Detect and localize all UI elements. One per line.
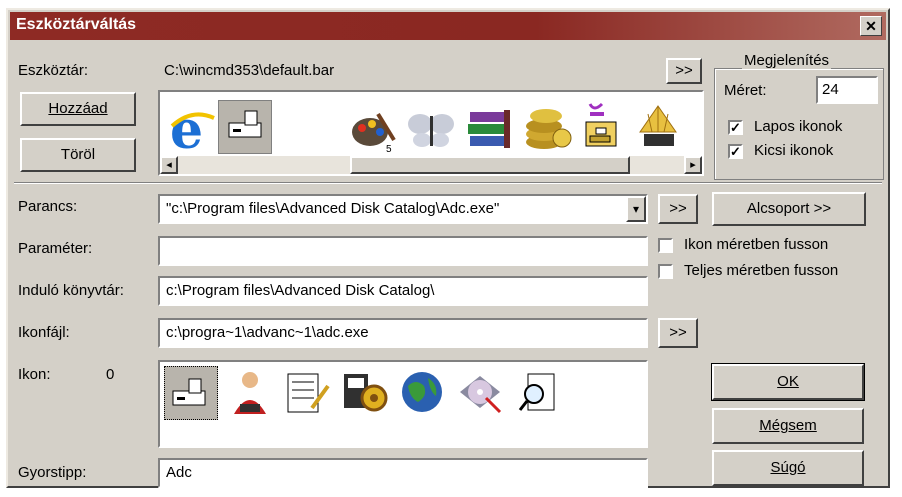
icon-picker[interactable] [158, 360, 648, 448]
flat-icons-label: Lapos ikonok [754, 118, 843, 135]
arrow-left-icon: ◂ [166, 159, 172, 171]
delete-button[interactable]: Töröl [20, 138, 136, 172]
parameter-input[interactable] [158, 236, 648, 266]
command-label: Parancs: [18, 198, 78, 215]
icon-index: 0 [106, 366, 115, 383]
palette-icon[interactable]: 5 [348, 108, 398, 154]
scroll-thumb[interactable] [350, 156, 630, 174]
command-combobox[interactable]: "c:\Program files\Advanced Disk Catalog\… [158, 194, 648, 224]
winrar-books-icon[interactable] [464, 104, 516, 154]
chevron-down-icon: ▾ [632, 202, 640, 216]
add-button[interactable]: Hozzáad [20, 92, 136, 126]
notepad-icon[interactable] [282, 368, 332, 420]
globe-icon[interactable] [398, 368, 448, 420]
close-icon: ✕ [865, 18, 877, 34]
tooltip-input[interactable]: Adc [158, 458, 648, 488]
icon-label: Ikon: [18, 366, 51, 383]
arrow-right-icon: ▸ [690, 159, 696, 171]
dialog-window: Eszköztárváltás ✕ Eszköztár: C:\wincmd35… [6, 8, 890, 488]
disc-icon[interactable] [456, 368, 506, 420]
help-button[interactable]: Súgó [712, 450, 864, 486]
subgroup-button[interactable]: Alcsoport >> [712, 192, 866, 226]
command-browse-button[interactable]: >> [658, 194, 698, 224]
window-title: Eszköztárváltás [16, 16, 137, 33]
toolbar-icon-strip[interactable]: e 5 ◂ ▸ [158, 90, 704, 176]
drive-icon[interactable] [164, 366, 218, 420]
parameter-label: Paraméter: [18, 240, 93, 257]
start-dir-label: Induló könyvtár: [18, 282, 124, 299]
svg-text:5: 5 [386, 144, 392, 154]
icon-file-browse-button[interactable]: >> [658, 318, 698, 348]
tooltip-label: Gyorstipp: [18, 464, 87, 481]
toolbar-horizontal-scrollbar[interactable]: ◂ ▸ [160, 156, 702, 174]
check-icon: ✓ [730, 120, 741, 135]
close-button[interactable]: ✕ [860, 16, 882, 36]
person-icon[interactable] [226, 368, 274, 420]
icon-file-label: Ikonfájl: [18, 324, 70, 341]
check-icon: ✓ [730, 144, 741, 159]
start-dir-input[interactable]: c:\Program files\Advanced Disk Catalog\ [158, 276, 648, 306]
full-size-run-checkbox[interactable] [658, 264, 673, 279]
toolbar-browse-button[interactable]: >> [666, 58, 702, 84]
small-icons-label: Kicsi ikonok [754, 142, 834, 159]
separator [14, 182, 882, 184]
icon-size-run-label: Ikon méretben fusson [684, 236, 829, 253]
title-bar[interactable]: Eszköztárváltás ✕ [10, 12, 886, 40]
ok-button[interactable]: OK [711, 363, 865, 401]
size-label: Méret: [724, 82, 767, 99]
full-size-run-label: Teljes méretben fusson [684, 262, 839, 279]
cabinet-icon[interactable] [580, 100, 624, 154]
cancel-button[interactable]: Mégsem [712, 408, 864, 444]
drive-icon[interactable] [218, 100, 272, 154]
command-value: "c:\Program files\Advanced Disk Catalog\… [166, 200, 500, 217]
display-group-label: Megjelenítés [742, 52, 832, 69]
command-dropdown-button[interactable]: ▾ [626, 196, 646, 222]
small-icons-checkbox[interactable]: ✓ [728, 144, 743, 159]
internet-explorer-icon[interactable]: e [168, 104, 216, 156]
icon-file-input[interactable]: c:\progra~1\advanc~1\adc.exe [158, 318, 648, 348]
icon-size-run-checkbox[interactable] [658, 238, 673, 253]
svg-text:e: e [170, 104, 203, 156]
gear-window-icon[interactable] [340, 368, 390, 420]
toolbar-label: Eszköztár: [18, 62, 89, 79]
toolbar-path: C:\wincmd353\default.bar [158, 58, 648, 84]
scroll-right-button[interactable]: ▸ [684, 156, 702, 174]
butterfly-icon[interactable] [406, 106, 456, 152]
flat-icons-checkbox[interactable]: ✓ [728, 120, 743, 135]
magnifier-document-icon[interactable] [514, 368, 564, 420]
coins-icon[interactable] [524, 102, 572, 154]
scroll-left-button[interactable]: ◂ [160, 156, 178, 174]
size-input[interactable]: 24 [816, 76, 878, 104]
shell-icon[interactable] [636, 102, 680, 154]
